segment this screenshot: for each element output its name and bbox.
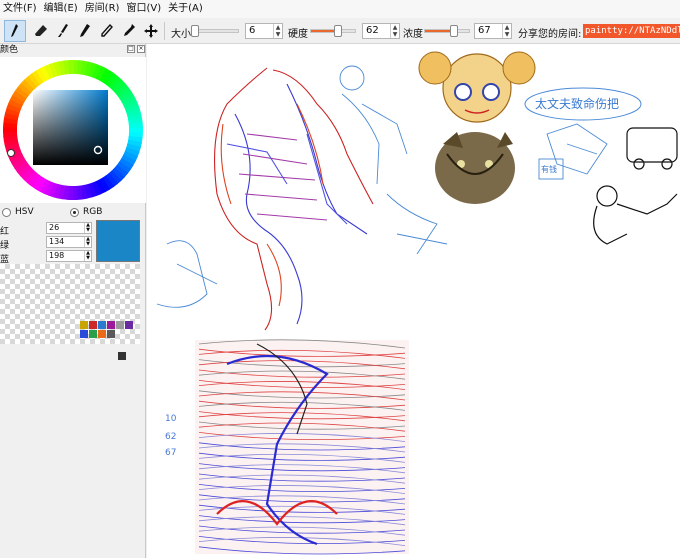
opacity-value: 67 — [478, 25, 491, 36]
menu-about[interactable]: 关于(A) — [165, 0, 207, 18]
size-label: 大小 — [171, 29, 191, 40]
color-wheel[interactable] — [0, 57, 146, 203]
marker-tool-button[interactable] — [74, 20, 96, 42]
red-channel-value: 26 — [49, 223, 60, 232]
hardness-slider[interactable] — [310, 25, 356, 37]
spin-arrows-icon[interactable]: ▲ ▼ — [84, 237, 91, 247]
hsv-radio[interactable] — [2, 207, 11, 217]
palette-color-cell[interactable] — [116, 321, 124, 329]
eraser-icon — [35, 25, 47, 36]
pencil-icon — [101, 23, 113, 37]
menu-bar: 文件(F) 编辑(E) 房间(R) 窗口(V) 关于(A) — [0, 0, 680, 18]
red-channel-label: 红 — [0, 227, 10, 237]
hardness-value: 62 — [366, 25, 379, 36]
note-number-1: 10 — [165, 414, 177, 424]
menu-edit[interactable]: 编辑(E) — [41, 0, 82, 18]
rgb-radio[interactable] — [70, 207, 79, 217]
rgb-mode-option[interactable]: RGB — [70, 207, 102, 217]
palette-color-cell[interactable] — [80, 321, 88, 329]
menu-room[interactable]: 房间(R) — [82, 0, 124, 18]
move-tool-button[interactable] — [140, 20, 162, 42]
palette-color-cell[interactable] — [125, 321, 133, 329]
color-palette-grid[interactable] — [0, 264, 140, 360]
brush-icon — [58, 24, 68, 37]
blue-channel-input[interactable]: 198 ▲ ▼ — [46, 250, 92, 262]
palette-color-cell[interactable] — [98, 330, 106, 338]
palette-color-cell[interactable] — [107, 330, 115, 338]
hsv-mode-option[interactable]: HSV — [2, 207, 34, 217]
opacity-label: 浓度 — [403, 29, 423, 40]
hardness-slider-knob[interactable] — [334, 25, 343, 37]
spin-arrows-icon[interactable]: ▲ ▼ — [390, 24, 399, 38]
speech-bubble: 太文夫致命伤把 — [524, 87, 642, 121]
sketch-leopard-head — [435, 132, 515, 204]
pencil-tool-button[interactable] — [96, 20, 118, 42]
sketch-hatched-square — [195, 339, 409, 555]
panel-float-icon[interactable]: □ — [127, 45, 135, 53]
palette-color-cell[interactable] — [80, 330, 88, 338]
opacity-spinbox[interactable]: 67 ▲ ▼ — [474, 23, 512, 39]
pen-tool-button[interactable] — [4, 20, 26, 42]
brush-tool-button[interactable] — [52, 20, 74, 42]
hsv-mode-label: HSV — [15, 207, 34, 217]
opacity-slider-knob[interactable] — [450, 25, 459, 37]
size-slider-knob[interactable] — [190, 25, 199, 37]
spin-arrows-icon[interactable]: ▲ ▼ — [502, 24, 511, 38]
green-channel-input[interactable]: 134 ▲ ▼ — [46, 236, 92, 248]
color-wheel-area — [0, 57, 146, 203]
spin-arrows-icon[interactable]: ▲ ▼ — [273, 24, 282, 38]
sketch-sign-text: 有钱 — [541, 164, 557, 174]
speech-bubble-text: 太文夫致命伤把 — [535, 96, 619, 111]
canvas-artwork: 太文夫致命伤把 有钱 10 62 67 — [156, 51, 678, 555]
dropper-icon — [124, 24, 135, 36]
blue-channel-value: 198 — [49, 251, 65, 260]
note-number-3: 67 — [165, 448, 176, 458]
pen-icon — [11, 24, 18, 37]
opacity-slider[interactable] — [424, 25, 470, 37]
eraser-tool-button[interactable] — [30, 20, 52, 42]
menu-file[interactable]: 文件(F) — [0, 0, 41, 18]
hardness-label: 硬度 — [288, 29, 308, 40]
spin-arrows-icon[interactable]: ▲ ▼ — [84, 251, 91, 261]
hardness-spinbox[interactable]: 62 ▲ ▼ — [362, 23, 400, 39]
rgb-mode-label: RGB — [83, 207, 103, 217]
color-panel-title: 颜色 — [0, 45, 19, 55]
dropper-tool-button[interactable] — [118, 20, 140, 42]
green-channel-label: 绿 — [0, 241, 10, 251]
toolbar-separator — [164, 22, 165, 40]
spin-arrows-icon[interactable]: ▲ ▼ — [84, 223, 91, 233]
green-channel-value: 134 — [49, 237, 65, 246]
palette-color-cell[interactable] — [98, 321, 106, 329]
palette-color-cell[interactable] — [107, 321, 115, 329]
size-spinbox[interactable]: 6 ▲ ▼ — [245, 23, 283, 39]
hue-picker-handle[interactable] — [7, 149, 15, 157]
size-value: 6 — [249, 25, 256, 36]
drawing-canvas[interactable]: 太文夫致命伤把 有钱 10 62 67 — [147, 44, 680, 558]
menu-window[interactable]: 窗口(V) — [123, 0, 165, 18]
color-panel: 颜色 □ × HSV RGB 红 26 ▲ ▼ 绿 134 ▲ ▼ 蓝 198 … — [0, 44, 146, 558]
palette-color-cell[interactable] — [89, 321, 97, 329]
current-color-swatch[interactable] — [96, 220, 140, 262]
palette-color-cell[interactable] — [89, 330, 97, 338]
room-url-field[interactable]: paintty://NTAzNDdlNWIy — [583, 24, 680, 38]
sketch-cartoon-head — [418, 51, 536, 123]
marker-icon — [80, 24, 90, 37]
hue-ring-segment[interactable] — [68, 60, 75, 75]
note-number-2: 62 — [165, 432, 176, 442]
share-room-label: 分享您的房间: — [518, 29, 582, 40]
sketch-figure-torso — [213, 67, 374, 331]
toolbar: 大小 6 ▲ ▼ 硬度 62 ▲ ▼ 浓度 67 ▲ ▼ 分享您的房间: — [0, 18, 680, 44]
palette-color-cell[interactable] — [118, 352, 126, 360]
red-channel-input[interactable]: 26 ▲ ▼ — [46, 222, 92, 234]
panel-close-icon[interactable]: × — [137, 45, 145, 53]
move-icon — [144, 24, 158, 38]
size-slider[interactable] — [190, 25, 239, 37]
